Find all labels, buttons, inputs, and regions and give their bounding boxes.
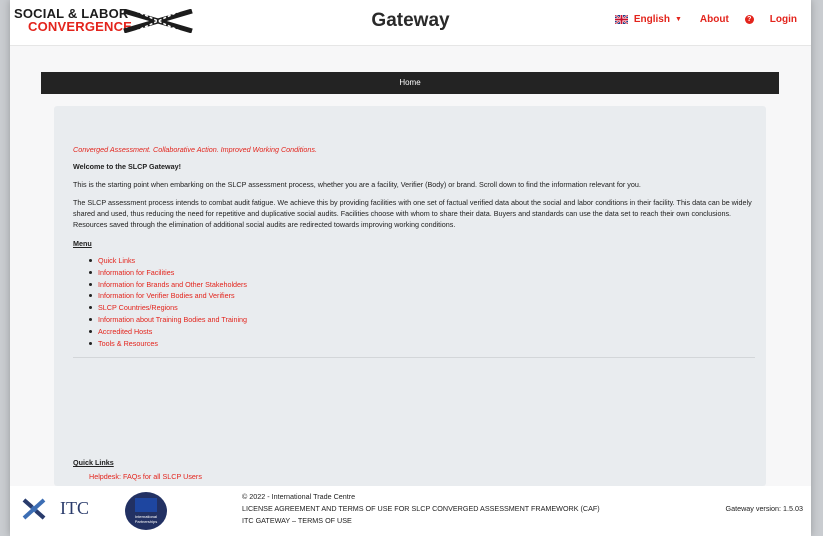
menu-item-countries[interactable]: SLCP Countries/Regions: [89, 302, 755, 314]
language-dropdown[interactable]: English ▼: [614, 14, 682, 25]
menu-item-verifiers[interactable]: Information for Verifier Bodies and Veri…: [89, 290, 755, 302]
quick-links-heading: Quick Links: [73, 458, 114, 467]
menu-heading: Menu: [73, 238, 92, 248]
copyright-text: © 2022 - International Trade Centre: [242, 492, 356, 501]
eu-partnerships-logo[interactable]: International Partnerships: [125, 492, 167, 530]
uk-flag-icon: [614, 15, 628, 24]
intro-paragraph: This is the starting point when embarkin…: [73, 179, 641, 189]
navbar-right: English ▼ About ? Login: [614, 14, 797, 25]
page: SOCIAL & LABOR CONVERGENCE Gateway Engli…: [10, 0, 811, 536]
content-panel: Converged Assessment. Collaborative Acti…: [54, 106, 766, 486]
footer: ITC International Partnerships © 2022 - …: [10, 486, 811, 536]
menu-list: Quick Links Information for Facilities I…: [89, 255, 755, 349]
quick-link-helpdesk[interactable]: Helpdesk: FAQs for all SLCP Users: [89, 472, 202, 481]
welcome-heading: Welcome to the SLCP Gateway!: [73, 162, 181, 172]
login-link[interactable]: Login: [770, 14, 797, 25]
license-link[interactable]: LICENSE AGREEMENT AND TERMS OF USE FOR S…: [242, 503, 600, 515]
question-circle-icon[interactable]: ?: [744, 15, 754, 24]
description-paragraph: The SLCP assessment process intends to c…: [73, 197, 752, 230]
eu-flag-icon: [135, 498, 157, 512]
itc-text: ITC: [60, 498, 89, 518]
menu-item-quick-links[interactable]: Quick Links: [89, 255, 755, 267]
menu-item-tools[interactable]: Tools & Resources: [89, 338, 755, 350]
tagline: Converged Assessment. Collaborative Acti…: [73, 145, 317, 154]
itc-cross-icon: [22, 498, 46, 520]
home-nav-bar: Home: [41, 72, 779, 94]
eu-partnerships-label: International Partnerships: [134, 514, 158, 524]
language-label: English: [633, 14, 670, 25]
caret-down-icon: ▼: [674, 16, 682, 23]
home-link[interactable]: Home: [399, 78, 420, 87]
menu-item-brands[interactable]: Information for Brands and Other Stakeho…: [89, 279, 755, 291]
menu-item-accredited-hosts[interactable]: Accredited Hosts: [89, 326, 755, 338]
gateway-version: Gateway version: 1.5.03: [725, 504, 803, 513]
top-navbar: SOCIAL & LABOR CONVERGENCE Gateway Engli…: [10, 0, 811, 46]
content-body: Converged Assessment. Collaborative Acti…: [73, 144, 755, 359]
itc-logo[interactable]: ITC: [22, 494, 112, 524]
menu-item-facilities[interactable]: Information for Facilities: [89, 267, 755, 279]
footer-links: © 2022 - International Trade Centre LICE…: [242, 491, 600, 527]
menu-item-training[interactable]: Information about Training Bodies and Tr…: [89, 314, 755, 326]
divider: [73, 357, 755, 359]
terms-link[interactable]: ITC GATEWAY – TERMS OF USE: [242, 515, 600, 527]
about-link[interactable]: About: [700, 14, 729, 25]
